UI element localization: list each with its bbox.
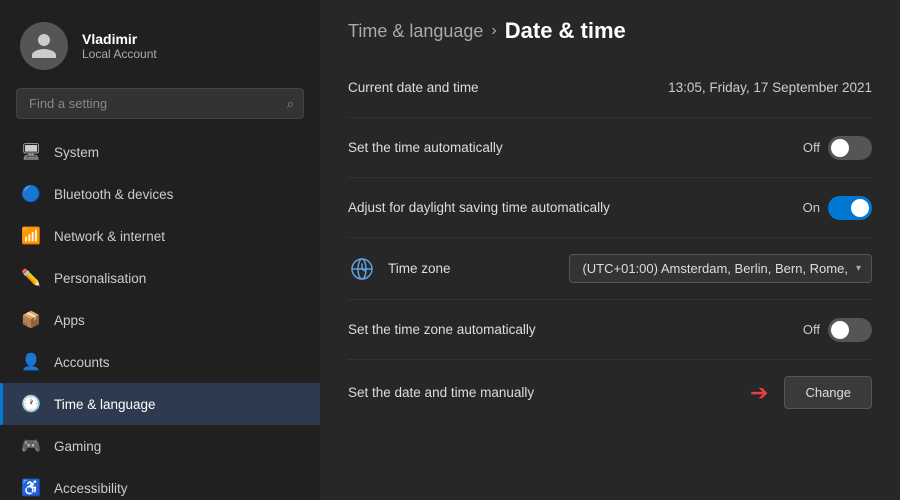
breadcrumb: Time & language › Date & time <box>320 0 900 58</box>
sidebar-item-gaming[interactable]: 🎮 Gaming <box>0 425 320 467</box>
globe-clock-icon <box>348 255 376 283</box>
daylight-saving-toggle-label: On <box>803 200 820 215</box>
set-timezone-auto-toggle-label: Off <box>803 322 820 337</box>
change-button[interactable]: Change <box>784 376 872 409</box>
sidebar: Vladimir Local Account ⌕ 🖥 System 🔵 Blue… <box>0 0 320 500</box>
set-time-auto-toggle-label: Off <box>803 140 820 155</box>
set-manually-label: Set the date and time manually <box>348 385 534 400</box>
timezone-dropdown[interactable]: (UTC+01:00) Amsterdam, Berlin, Bern, Rom… <box>569 254 872 283</box>
nav-list: 🖥 System 🔵 Bluetooth & devices 📶 Network… <box>0 131 320 500</box>
sidebar-item-label: Accounts <box>54 355 110 370</box>
gaming-icon: 🎮 <box>20 435 42 457</box>
sidebar-item-label: Apps <box>54 313 85 328</box>
accounts-icon: 👤 <box>20 351 42 373</box>
breadcrumb-parent: Time & language <box>348 21 483 42</box>
sidebar-item-label: Network & internet <box>54 229 165 244</box>
sidebar-item-label: Gaming <box>54 439 101 454</box>
network-icon: 📶 <box>20 225 42 247</box>
sidebar-item-network[interactable]: 📶 Network & internet <box>0 215 320 257</box>
daylight-saving-toggle-wrap: On <box>803 196 872 220</box>
sidebar-item-apps[interactable]: 📦 Apps <box>0 299 320 341</box>
sidebar-item-label: Bluetooth & devices <box>54 187 173 202</box>
setting-row-timezone: Time zone (UTC+01:00) Amsterdam, Berlin,… <box>348 238 872 300</box>
set-timezone-auto-label: Set the time zone automatically <box>348 322 536 337</box>
sidebar-item-bluetooth[interactable]: 🔵 Bluetooth & devices <box>0 173 320 215</box>
sidebar-item-label: Personalisation <box>54 271 146 286</box>
content-area: Current date and time 13:05, Friday, 17 … <box>320 58 900 500</box>
user-info: Vladimir Local Account <box>82 31 157 61</box>
breadcrumb-current: Date & time <box>505 18 626 44</box>
user-section: Vladimir Local Account <box>0 0 320 88</box>
red-arrow-icon: ➔ <box>750 380 768 406</box>
toggle-thumb <box>831 139 849 157</box>
daylight-saving-toggle[interactable] <box>828 196 872 220</box>
user-name: Vladimir <box>82 31 157 47</box>
sidebar-item-accessibility[interactable]: ♿ Accessibility <box>0 467 320 500</box>
search-icon: ⌕ <box>287 96 294 112</box>
sidebar-item-label: System <box>54 145 99 160</box>
set-timezone-auto-toggle-wrap: Off <box>803 318 872 342</box>
timezone-label: Time zone <box>388 261 451 276</box>
sidebar-item-system[interactable]: 🖥 System <box>0 131 320 173</box>
sidebar-item-label: Time & language <box>54 397 156 412</box>
timezone-left: Time zone <box>348 255 451 283</box>
avatar <box>20 22 68 70</box>
time-language-icon: 🕐 <box>20 393 42 415</box>
dropdown-arrow-icon: ▾ <box>856 263 861 274</box>
setting-row-daylight-saving: Adjust for daylight saving time automati… <box>348 178 872 238</box>
search-input[interactable] <box>16 88 304 119</box>
toggle-thumb <box>831 321 849 339</box>
breadcrumb-chevron: › <box>491 22 496 40</box>
sidebar-item-time-language[interactable]: 🕐 Time & language <box>0 383 320 425</box>
accessibility-icon: ♿ <box>20 477 42 499</box>
timezone-value: (UTC+01:00) Amsterdam, Berlin, Bern, Rom… <box>582 261 848 276</box>
apps-icon: 📦 <box>20 309 42 331</box>
setting-row-set-manually: Set the date and time manually ➔ Change <box>348 360 872 425</box>
sidebar-item-label: Accessibility <box>54 481 128 496</box>
sidebar-item-personalisation[interactable]: ✏️ Personalisation <box>0 257 320 299</box>
arrow-wrap: ➔ Change <box>750 376 872 409</box>
user-type: Local Account <box>82 47 157 61</box>
set-time-auto-toggle[interactable] <box>828 136 872 160</box>
system-icon: 🖥 <box>20 141 42 163</box>
bluetooth-icon: 🔵 <box>20 183 42 205</box>
current-date-time-value: 13:05, Friday, 17 September 2021 <box>668 80 872 95</box>
set-time-auto-label: Set the time automatically <box>348 140 503 155</box>
sidebar-item-accounts[interactable]: 👤 Accounts <box>0 341 320 383</box>
toggle-thumb <box>851 199 869 217</box>
setting-row-current-date-time: Current date and time 13:05, Friday, 17 … <box>348 58 872 118</box>
daylight-saving-label: Adjust for daylight saving time automati… <box>348 200 610 215</box>
setting-row-set-time-auto: Set the time automatically Off <box>348 118 872 178</box>
personalisation-icon: ✏️ <box>20 267 42 289</box>
search-box[interactable]: ⌕ <box>16 88 304 119</box>
setting-row-set-timezone-auto: Set the time zone automatically Off <box>348 300 872 360</box>
current-date-time-label: Current date and time <box>348 80 479 95</box>
set-timezone-auto-toggle[interactable] <box>828 318 872 342</box>
set-time-auto-toggle-wrap: Off <box>803 136 872 160</box>
main-content: Time & language › Date & time Current da… <box>320 0 900 500</box>
